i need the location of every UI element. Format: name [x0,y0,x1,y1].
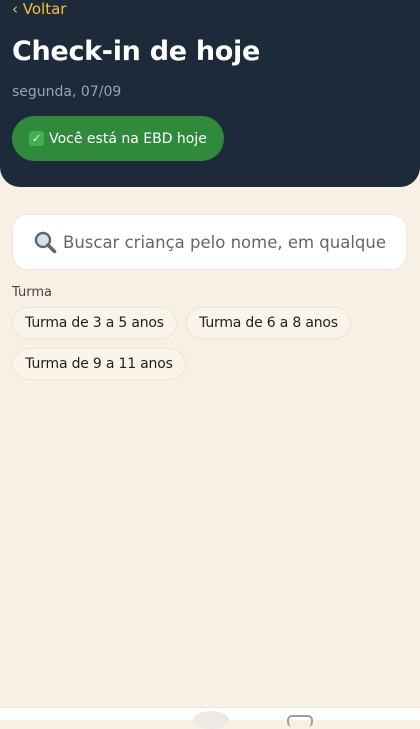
current-date: segunda, 07/09 [12,84,122,100]
checkin-status-label: Você está na EBD hoje [49,130,207,147]
bottom-navigation-bar [0,707,420,729]
filter-section-label: Turma [12,285,52,300]
magnifier-icon [34,231,57,254]
page-title: Check-in de hoje [12,36,260,67]
checkin-status-badge: ✓ Você está na EBD hoje [12,116,224,161]
check-mark-icon: ✓ [29,131,45,146]
class-filter-chip-6-8[interactable]: Turma de 6 a 8 anos [186,307,351,339]
header-panel: ‹ Voltar Check-in de hoje segunda, 07/09… [0,0,420,187]
search-input[interactable] [63,232,386,252]
recent-apps-icon[interactable] [287,715,313,727]
class-filter-chip-3-5[interactable]: Turma de 3 a 5 anos [12,307,177,339]
home-nav-icon[interactable] [193,711,229,729]
search-box[interactable] [13,215,406,269]
back-link[interactable]: ‹ Voltar [12,0,66,18]
class-filter-chip-9-11[interactable]: Turma de 9 a 11 anos [12,348,186,380]
